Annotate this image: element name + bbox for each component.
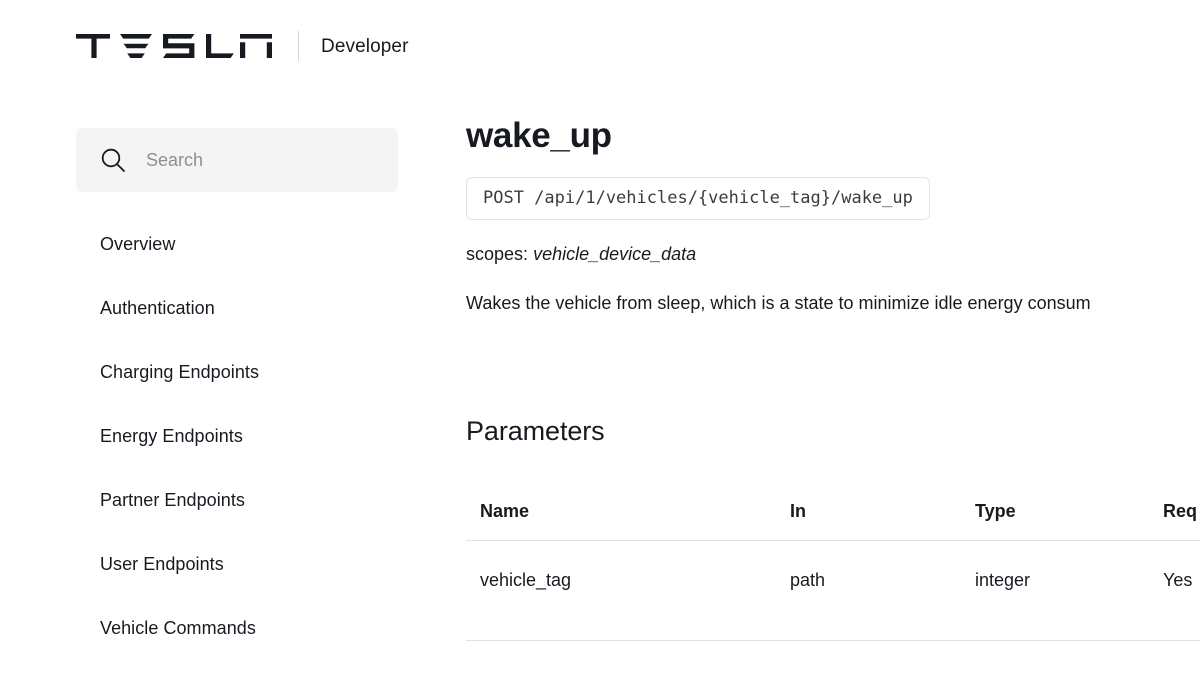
site-header: Developer	[76, 28, 409, 64]
cell-param-type: integer	[961, 540, 1149, 641]
sidebar-item-overview[interactable]: Overview	[76, 212, 398, 276]
tesla-logo-link[interactable]	[76, 34, 272, 58]
tesla-wordmark-icon	[76, 34, 272, 58]
parameters-heading: Parameters	[466, 416, 605, 446]
header-divider	[298, 31, 299, 61]
parameters-table-body: vehicle_tag path integer Yes	[466, 540, 1200, 641]
table-row: vehicle_tag path integer Yes	[466, 540, 1200, 641]
column-header-type: Type	[961, 486, 1149, 541]
parameters-table: Name In Type Req vehicle_tag path intege…	[466, 486, 1200, 641]
sidebar: Overview Authentication Charging Endpoin…	[76, 128, 398, 660]
sidebar-item-user-endpoints[interactable]: User Endpoints	[76, 532, 398, 596]
search-icon	[101, 148, 125, 172]
main-content: wake_up POST /api/1/vehicles/{vehicle_ta…	[466, 118, 1200, 315]
search-box[interactable]	[76, 128, 398, 192]
parameters-table-head: Name In Type Req	[466, 486, 1200, 541]
page-title: wake_up	[466, 116, 612, 155]
header-title: Developer	[321, 35, 409, 57]
endpoint-path: POST /api/1/vehicles/{vehicle_tag}/wake_…	[483, 188, 913, 208]
search-input[interactable]	[146, 149, 376, 171]
column-header-required: Req	[1149, 486, 1200, 541]
cell-param-name: vehicle_tag	[466, 540, 776, 641]
column-header-name: Name	[466, 486, 776, 541]
endpoint-description: Wakes the vehicle from sleep, which is a…	[466, 292, 1091, 313]
scopes-label: scopes:	[466, 244, 529, 265]
table-header-row: Name In Type Req	[466, 486, 1200, 541]
sidebar-item-charging-endpoints[interactable]: Charging Endpoints	[76, 340, 398, 404]
cell-param-in: path	[776, 540, 961, 641]
sidebar-nav: Overview Authentication Charging Endpoin…	[76, 212, 398, 660]
column-header-in: In	[776, 486, 961, 541]
sidebar-item-partner-endpoints[interactable]: Partner Endpoints	[76, 468, 398, 532]
sidebar-item-energy-endpoints[interactable]: Energy Endpoints	[76, 404, 398, 468]
scopes-value: vehicle_device_data	[533, 244, 697, 265]
cell-param-required: Yes	[1149, 540, 1200, 641]
sidebar-item-authentication[interactable]: Authentication	[76, 276, 398, 340]
endpoint-code-block: POST /api/1/vehicles/{vehicle_tag}/wake_…	[466, 177, 930, 221]
scopes-line: scopes: vehicle_device_data	[466, 244, 1200, 266]
sidebar-item-vehicle-commands[interactable]: Vehicle Commands	[76, 596, 398, 660]
